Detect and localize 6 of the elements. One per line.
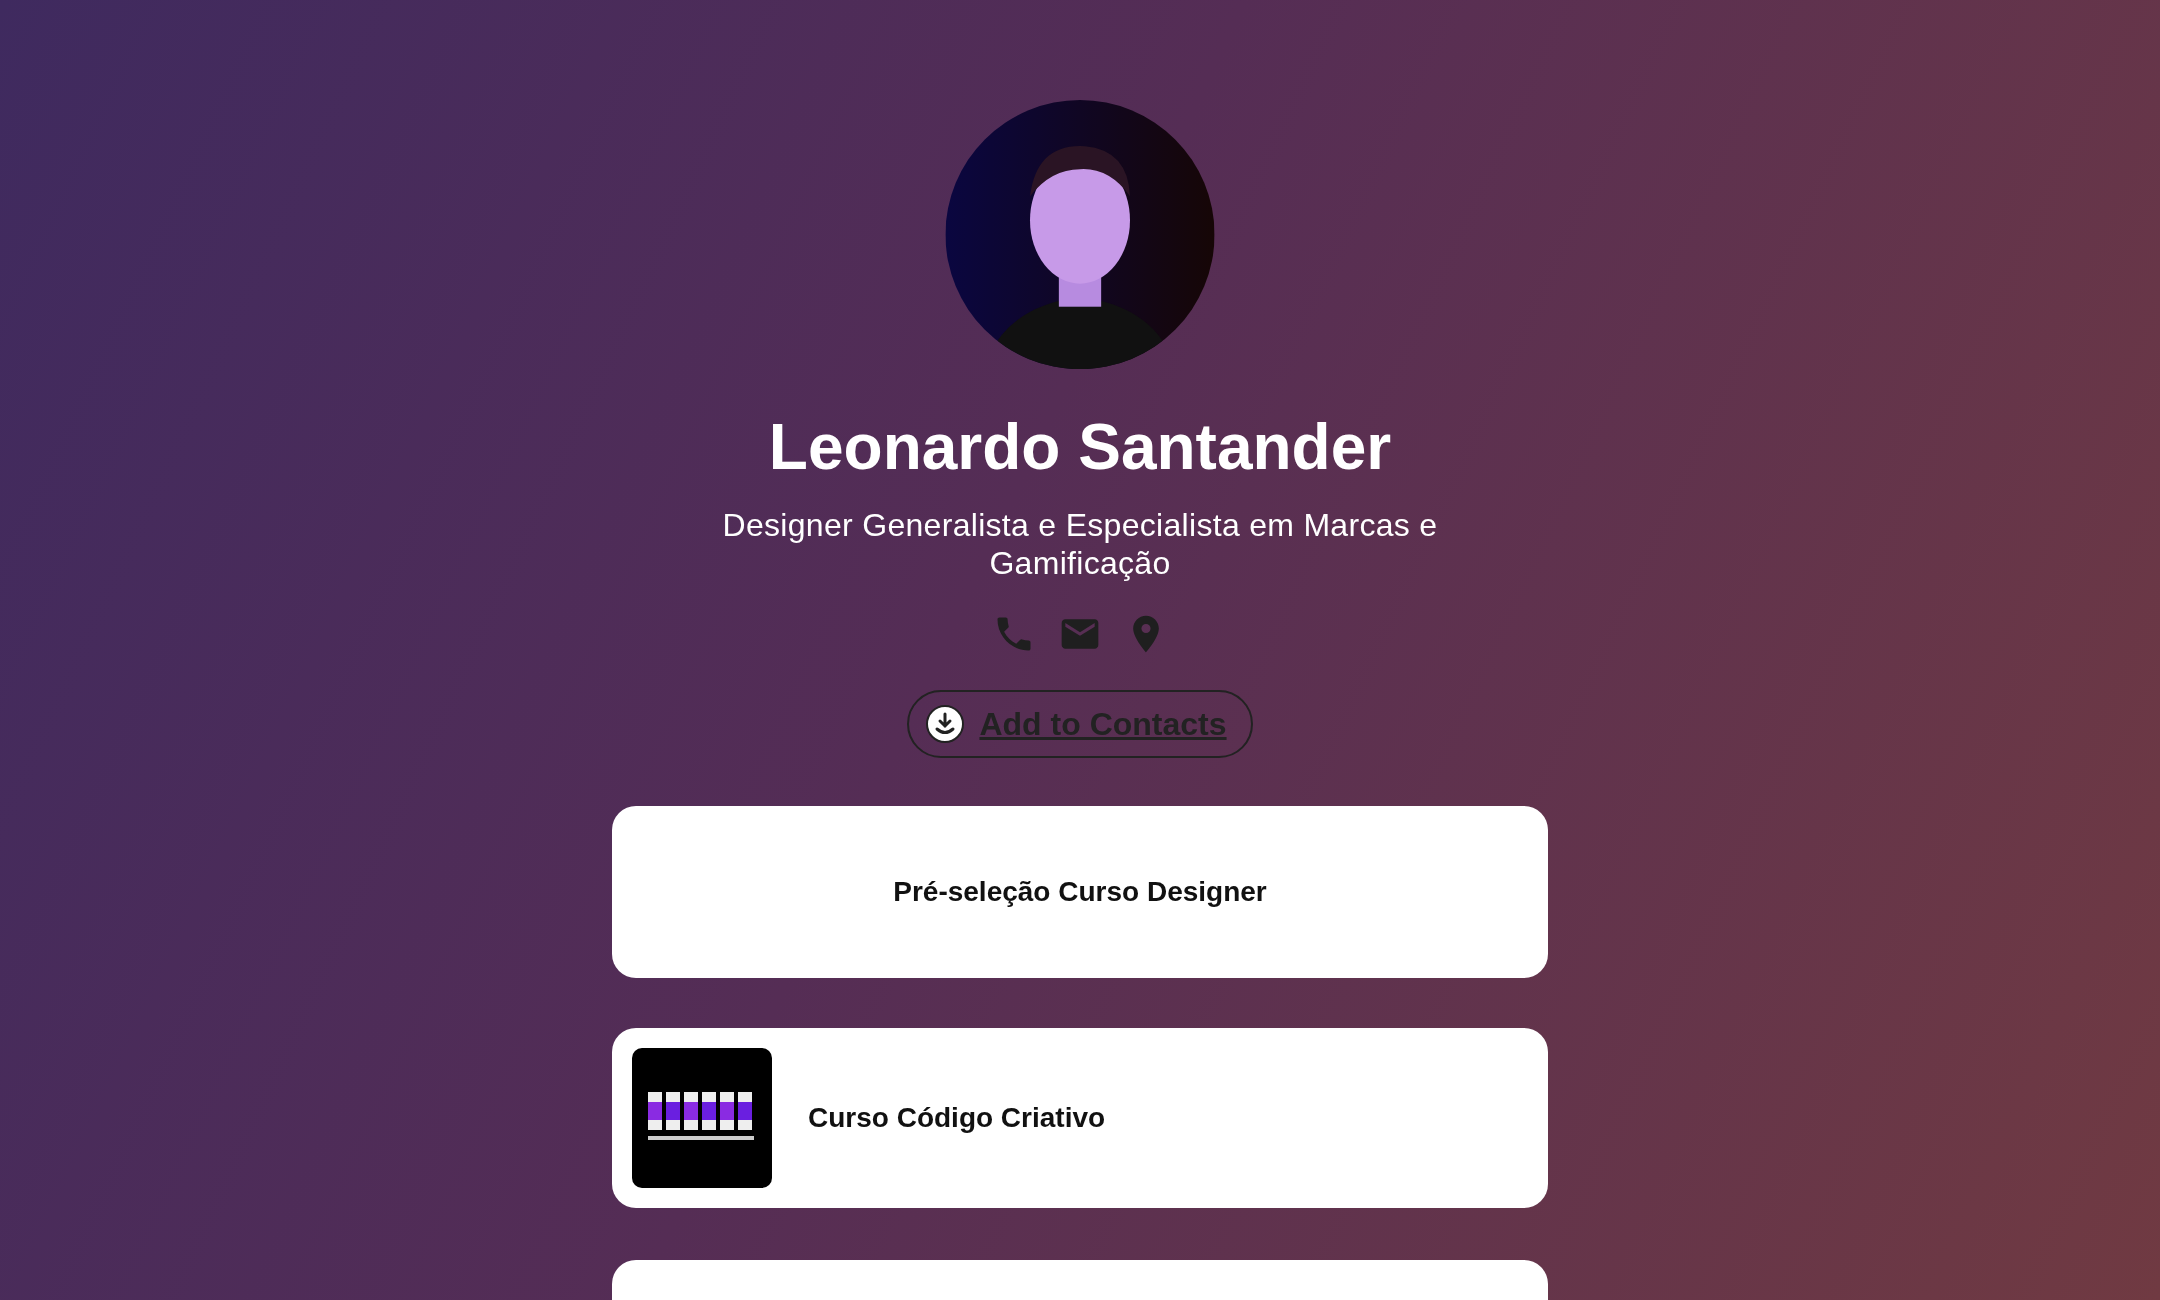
- download-icon: [925, 704, 966, 744]
- link-card[interactable]: Curso Código Criativo: [612, 1028, 1548, 1208]
- link-card[interactable]: Pré-seleção Curso Designer: [612, 806, 1548, 978]
- profile-bio: Designer Generalista e Especialista em Marcas e Gamificação: [721, 506, 1439, 582]
- profile-name: Leonardo Santander: [768, 410, 1392, 486]
- link-card[interactable]: [612, 1260, 1548, 1300]
